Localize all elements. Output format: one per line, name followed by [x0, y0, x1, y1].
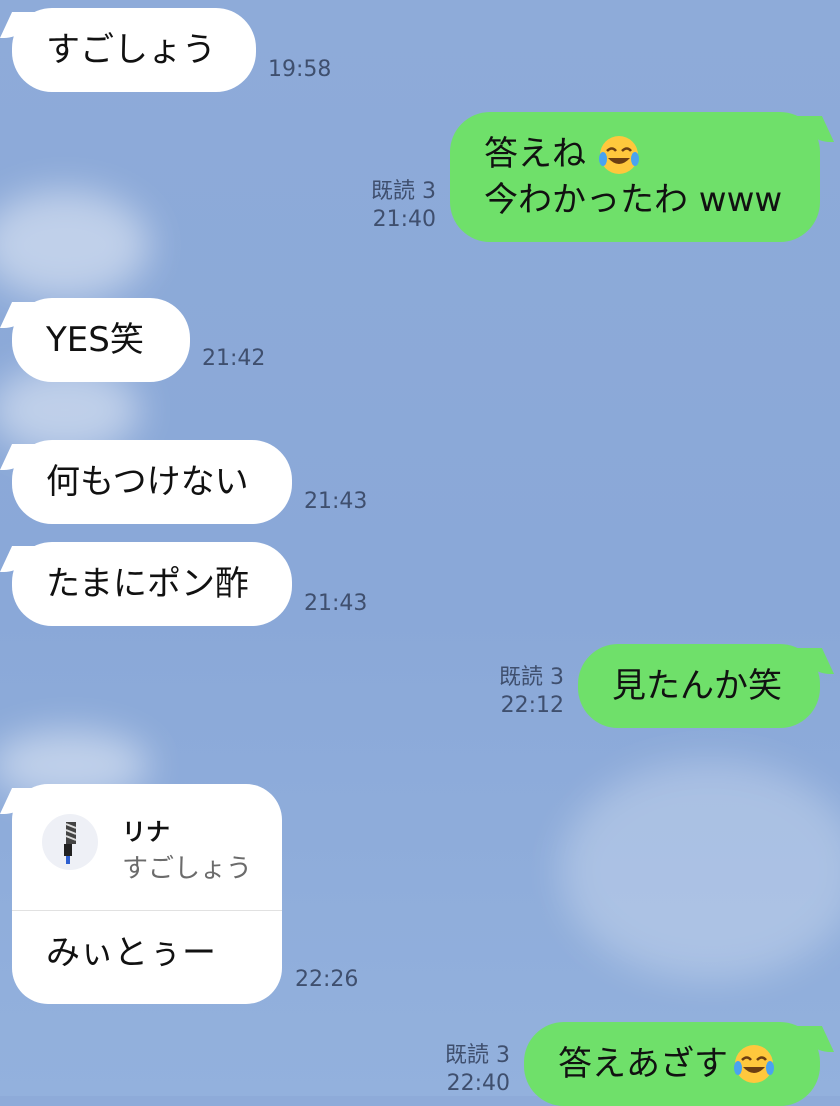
message-text-line2: 今わかったわ www — [484, 180, 783, 221]
face-with-tears-of-joy-icon — [734, 1045, 774, 1083]
message-text-line1: 答えね — [484, 133, 586, 174]
incoming-message[interactable]: 何もつけない — [12, 440, 292, 524]
message-text: 何もつけない — [46, 462, 249, 502]
person-figure-icon — [64, 822, 77, 864]
incoming-message[interactable]: たまにポン酢 — [12, 542, 292, 626]
message-time: 21:43 — [304, 489, 368, 514]
message-time: 21:42 — [202, 346, 266, 371]
quoted-message[interactable]: リナ すごしょう — [12, 784, 282, 911]
message-time: 22:26 — [295, 967, 359, 992]
quoted-text: すごしょう — [122, 854, 253, 884]
read-receipt: 既読 3 — [445, 1043, 510, 1068]
reply-message[interactable]: リナ すごしょう みぃとぅー — [12, 784, 282, 1004]
message-text: みぃとぅー — [46, 933, 216, 973]
message-time: 22:12 — [500, 693, 564, 718]
read-receipt: 既読 3 — [499, 665, 564, 690]
quoted-sender-name: リナ — [122, 818, 170, 846]
message-text: YES笑 — [46, 320, 144, 360]
incoming-message[interactable]: すごしょう — [12, 8, 256, 92]
message-time: 22:40 — [446, 1071, 510, 1096]
outgoing-message[interactable]: 答えね 今わかったわ www — [450, 112, 820, 242]
message-text: すごしょう — [46, 30, 216, 70]
incoming-message[interactable]: YES笑 — [12, 298, 190, 382]
outgoing-message[interactable]: 見たんか笑 — [578, 644, 820, 728]
face-with-tears-of-joy-icon — [598, 136, 639, 175]
message-time: 21:40 — [372, 207, 436, 232]
avatar — [42, 814, 98, 870]
message-text: 見たんか笑 — [612, 666, 782, 706]
outgoing-message[interactable]: 答えあざす — [524, 1022, 820, 1106]
message-time: 19:58 — [268, 57, 332, 82]
message-time: 21:43 — [304, 591, 368, 616]
message-text: たまにポン酢 — [46, 564, 249, 604]
blurred-avatar — [0, 190, 150, 300]
message-text: 答えあざす — [558, 1044, 728, 1084]
background-cloud — [560, 760, 840, 980]
read-receipt: 既読 3 — [371, 179, 436, 204]
